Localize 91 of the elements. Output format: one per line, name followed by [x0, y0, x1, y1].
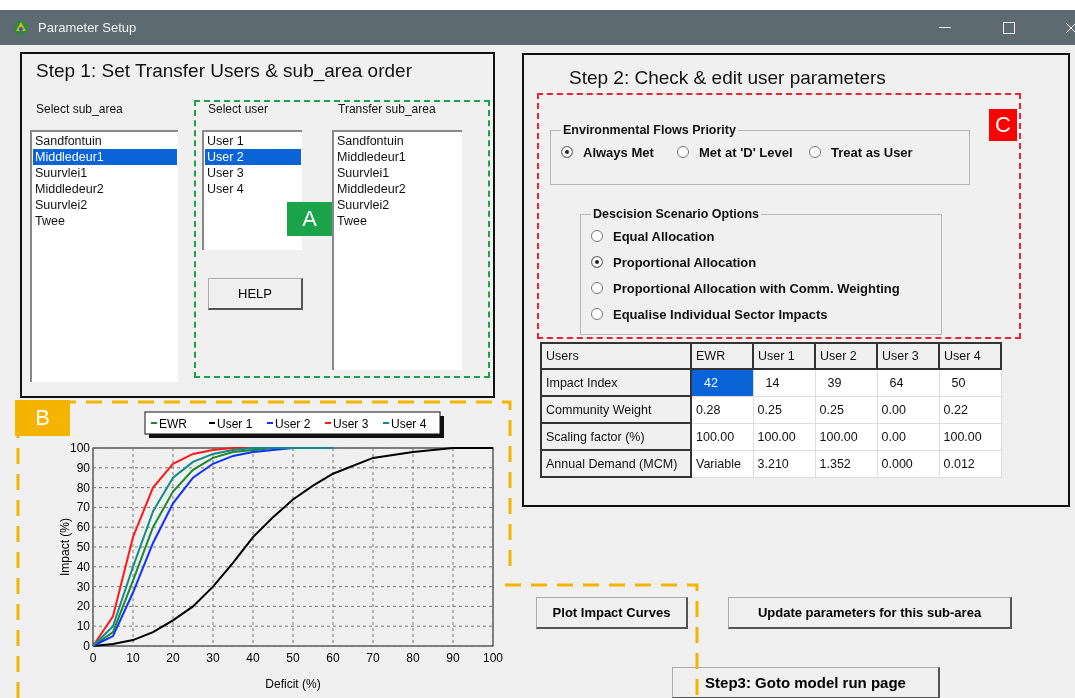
y-tick-label: 60	[76, 520, 90, 535]
list-box[interactable]: Sandfontuin Middledeur1 Suurvlei1 Middledeur2 Suurvlei2 Twee	[30, 130, 178, 382]
x-tick-label: 90	[446, 651, 460, 665]
row-header-cell: Scaling factor (%)	[541, 423, 691, 450]
panel-title: Step 2: Check & edit user parameters	[569, 67, 887, 89]
y-tick-label: 70	[76, 500, 90, 515]
plot-button[interactable]: Plot Impact Curves	[536, 597, 688, 629]
y-tick-label: 10	[76, 619, 90, 634]
update-button[interactable]: Update parameters for this sub-area	[728, 597, 1012, 629]
list-item[interactable]: User 3	[205, 165, 301, 181]
y-tick-label: 20	[76, 599, 90, 614]
radio-label[interactable]: Proportional Allocation with Comm. Weighting	[613, 280, 900, 296]
list-item[interactable]: Suurvlei2	[335, 197, 461, 213]
x-tick-label: 30	[206, 651, 220, 665]
radio-button[interactable]	[591, 282, 603, 294]
x-tick-label: 40	[246, 651, 260, 665]
row-header-cell: Annual Demand (MCM)	[541, 450, 691, 477]
radio-label[interactable]: Always Met	[583, 144, 654, 160]
list-item[interactable]: Suurvlei1	[33, 165, 177, 181]
radio-label[interactable]: Equalise Individual Sector Impacts	[613, 306, 828, 322]
list-item[interactable]: Middledeur2	[335, 181, 461, 197]
x-axis-title: Deficit (%)	[265, 677, 321, 691]
radio-label[interactable]: Treat as User	[831, 144, 913, 160]
list-label: Select sub_area	[35, 102, 124, 118]
window-title: Parameter Setup	[38, 20, 138, 35]
legend-label: EWR	[159, 417, 187, 431]
group-title: Descision Scenario Options	[592, 207, 760, 221]
badge: C	[989, 109, 1017, 141]
radio-button[interactable]	[809, 146, 821, 158]
y-tick-label: 30	[76, 579, 90, 594]
list-item[interactable]: Twee	[335, 213, 461, 229]
x-tick-label: 50	[286, 651, 300, 665]
list-item[interactable]: Suurvlei2	[33, 197, 177, 213]
table-header-cell: Users	[541, 343, 691, 369]
y-tick-label: 90	[76, 460, 90, 475]
badge: A	[287, 202, 332, 236]
x-tick-label: 60	[326, 651, 340, 665]
list-item[interactable]: Middledeur1	[335, 149, 461, 165]
app-icon[interactable]	[12, 18, 30, 37]
radio-label[interactable]: Met at 'D' Level	[699, 144, 793, 160]
table-header-cell: User 2	[815, 343, 877, 369]
radio-button[interactable]	[677, 146, 689, 158]
list-item[interactable]: Middledeur2	[33, 181, 177, 197]
list-label: Transfer sub_area	[337, 102, 437, 118]
x-tick-label: 20	[166, 651, 180, 665]
legend-label: User 3	[333, 417, 369, 431]
x-tick-label: 80	[406, 651, 420, 665]
list-item[interactable]: Middledeur1	[33, 149, 177, 165]
list-item[interactable]: User 2	[205, 149, 301, 165]
radio-button[interactable]	[561, 146, 573, 158]
table-header-cell: User 4	[939, 343, 1001, 369]
table-header-cell: User 1	[753, 343, 815, 369]
badge: B	[15, 400, 70, 436]
close-icon[interactable]	[1065, 21, 1075, 34]
radio-label[interactable]: Proportional Allocation	[613, 254, 757, 270]
maximize-icon[interactable]	[1003, 21, 1015, 34]
list-item[interactable]: User 4	[205, 181, 301, 197]
y-tick-label: 50	[76, 540, 90, 554]
list-item[interactable]: Sandfontuin	[335, 133, 461, 149]
list-item[interactable]: Suurvlei1	[335, 165, 461, 181]
list-box[interactable]: User 1 User 2 User 3 User 4	[202, 130, 302, 250]
x-tick-label: 0	[89, 651, 97, 665]
table-header-cell: EWR	[691, 343, 753, 369]
y-tick-label: 40	[76, 559, 90, 574]
help-button[interactable]: HELP	[208, 278, 303, 310]
list-item[interactable]: User 1	[205, 133, 301, 149]
list-label: Select user	[207, 102, 270, 118]
legend-label: User 2	[275, 417, 311, 431]
row-header-cell: Community Weight	[541, 396, 691, 423]
radio-button[interactable]	[591, 230, 603, 242]
y-tick-label: 100	[69, 441, 90, 455]
radio-label[interactable]: Equal Allocation	[613, 228, 715, 244]
goto-run-button[interactable]: Step3: Goto model run page	[672, 667, 940, 698]
minimize-icon[interactable]	[939, 26, 951, 29]
y-tick-label: 80	[76, 480, 90, 495]
x-tick-label: 100	[483, 651, 503, 665]
y-axis-title: Impact (%)	[58, 518, 72, 576]
radio-button[interactable]	[591, 256, 603, 268]
x-tick-label: 10	[126, 651, 140, 665]
x-tick-label: 70	[366, 651, 380, 665]
group-title: Environmental Flows Priority	[562, 123, 737, 137]
table-header-cell: User 3	[877, 343, 939, 369]
legend-label: User 1	[217, 417, 253, 431]
list-item[interactable]: Twee	[33, 213, 177, 229]
row-header-cell: Impact Index	[541, 369, 691, 396]
radio-button[interactable]	[591, 308, 603, 320]
panel-title: Step 1: Set Transfer Users & sub_area order	[36, 60, 413, 82]
list-box[interactable]: Sandfontuin Middledeur1 Suurvlei1 Middledeur2 Suurvlei2 Twee	[332, 130, 462, 370]
list-item[interactable]: Sandfontuin	[33, 133, 177, 149]
legend-label: User 4	[391, 417, 427, 431]
y-tick-label: 0	[83, 639, 90, 653]
